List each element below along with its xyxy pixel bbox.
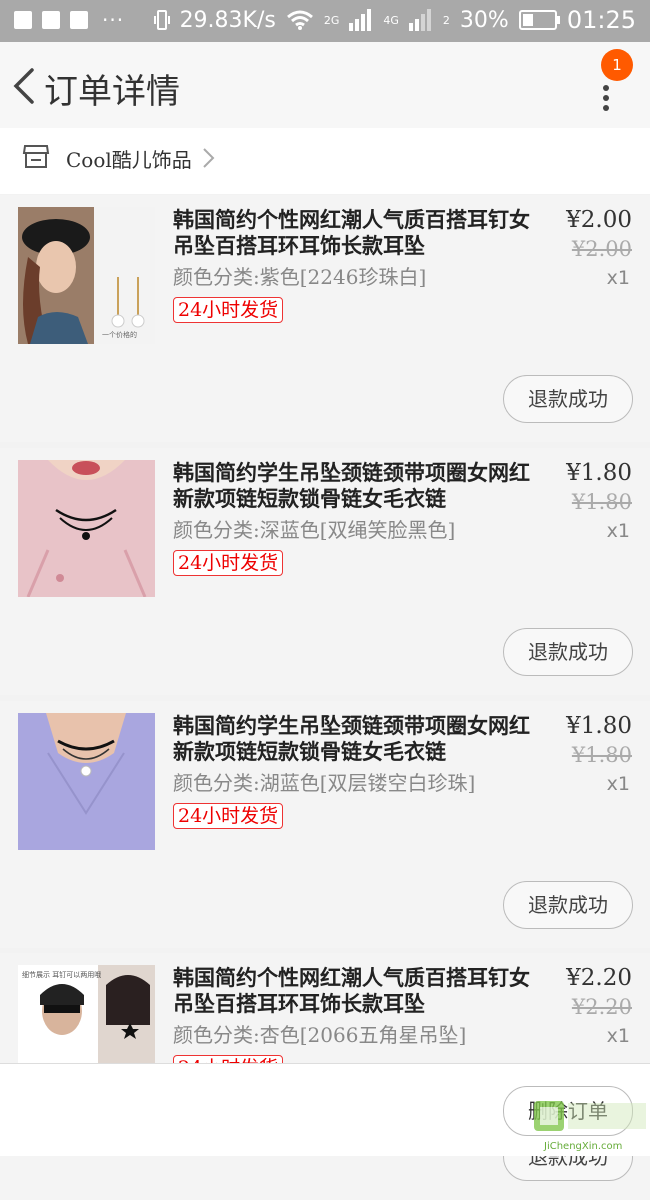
product-attr: 颜色分类:湖蓝色[双层镂空白珍珠] xyxy=(173,771,476,795)
original-price: ¥1.80 xyxy=(571,743,632,767)
battery-icon xyxy=(518,10,560,30)
product-attr: 颜色分类:杏色[2066五角星吊坠] xyxy=(173,1023,467,1047)
watermark-text: JiChengXin.com xyxy=(543,1141,622,1152)
battery-percent: 30% xyxy=(459,7,509,33)
watermark-logo: JiChengXin.com xyxy=(530,1097,650,1155)
shop-name[interactable]: Cool酷儿饰品 xyxy=(66,144,192,173)
more-vertical-icon[interactable] xyxy=(596,76,616,116)
quantity: x1 xyxy=(606,1025,630,1047)
page-title: 订单详情 xyxy=(44,72,180,112)
more-notifications-icon: ··· xyxy=(102,8,125,32)
price: ¥1.80 xyxy=(566,713,632,739)
shipping-tag: 24小时发货 xyxy=(173,550,284,576)
back-arrow-icon[interactable] xyxy=(8,66,42,106)
product-title[interactable]: 韩国简约学生吊坠颈链颈带项圈女网红新款项链短款锁骨链女毛衣链 xyxy=(173,460,549,512)
status-right: 29.83K/s 2G 4G 2 30% 01:25 xyxy=(153,6,636,34)
refund-status-button[interactable]: 退款成功 xyxy=(503,375,633,423)
app-notification-icon-2 xyxy=(70,11,88,29)
network-2g-label: 2G xyxy=(323,13,340,27)
shop-icon xyxy=(22,145,50,168)
quantity: x1 xyxy=(606,267,630,289)
signal-icon-sim1 xyxy=(349,9,372,31)
product-attr: 颜色分类:深蓝色[双绳笑脸黑色] xyxy=(173,518,456,542)
price: ¥1.80 xyxy=(566,460,632,486)
product-image[interactable] xyxy=(18,713,155,850)
price: ¥2.00 xyxy=(566,207,632,233)
wifi-icon xyxy=(286,10,313,30)
gallery-notification-icon xyxy=(42,11,60,29)
network-speed: 29.83K/s xyxy=(179,7,276,33)
quantity: x1 xyxy=(606,773,630,795)
chevron-right-icon xyxy=(203,148,215,168)
original-price: ¥2.00 xyxy=(571,237,632,261)
status-left: ··· xyxy=(14,8,124,32)
product-title[interactable]: 韩国简约学生吊坠颈链颈带项圈女网红新款项链短款锁骨链女毛衣链 xyxy=(173,713,549,765)
refund-status-button[interactable]: 退款成功 xyxy=(503,881,633,929)
order-item[interactable]: 一个价格的 韩国简约个性网红潮人气质百搭耳钉女吊坠百搭耳环耳饰长款耳坠 颜色分类… xyxy=(0,195,650,442)
product-title[interactable]: 韩国简约个性网红潮人气质百搭耳钉女吊坠百搭耳环耳饰长款耳坠 xyxy=(173,207,549,259)
product-attr: 颜色分类:紫色[2246珍珠白] xyxy=(173,265,427,289)
thumb-caption: 细节展示 耳钉可以两用哦 xyxy=(22,970,101,979)
thumb-caption: 一个价格的 xyxy=(102,330,137,339)
product-image[interactable]: 一个价格的 xyxy=(18,207,155,344)
original-price: ¥2.20 xyxy=(571,995,632,1019)
original-price: ¥1.80 xyxy=(571,490,632,514)
signal-icon-sim2 xyxy=(408,9,431,31)
shipping-tag: 24小时发货 xyxy=(173,297,284,323)
order-item[interactable]: 韩国简约学生吊坠颈链颈带项圈女网红新款项链短款锁骨链女毛衣链 颜色分类:湖蓝色[… xyxy=(0,701,650,948)
product-title[interactable]: 韩国简约个性网红潮人气质百搭耳钉女吊坠百搭耳环耳饰长款耳坠 xyxy=(173,965,549,1017)
vibrate-icon xyxy=(153,10,170,30)
price: ¥2.20 xyxy=(566,965,632,991)
clock: 01:25 xyxy=(566,6,636,34)
app-notification-icon xyxy=(14,11,32,29)
quantity: x1 xyxy=(606,520,630,542)
order-item[interactable]: 韩国简约学生吊坠颈链颈带项圈女网红新款项链短款锁骨链女毛衣链 颜色分类:深蓝色[… xyxy=(0,448,650,695)
shop-row[interactable]: Cool酷儿饰品 xyxy=(0,128,650,194)
shipping-tag: 24小时发货 xyxy=(173,803,284,829)
product-image[interactable] xyxy=(18,460,155,597)
network-4g-label: 4G xyxy=(383,13,399,27)
status-bar: ··· 29.83K/s 2G 4G 2 30% 01:25 xyxy=(0,0,650,42)
sim2-label: 2 xyxy=(442,13,450,27)
refund-status-button[interactable]: 退款成功 xyxy=(503,628,633,676)
notification-badge: 1 xyxy=(601,49,633,81)
header: 订单详情 1 xyxy=(0,42,650,128)
